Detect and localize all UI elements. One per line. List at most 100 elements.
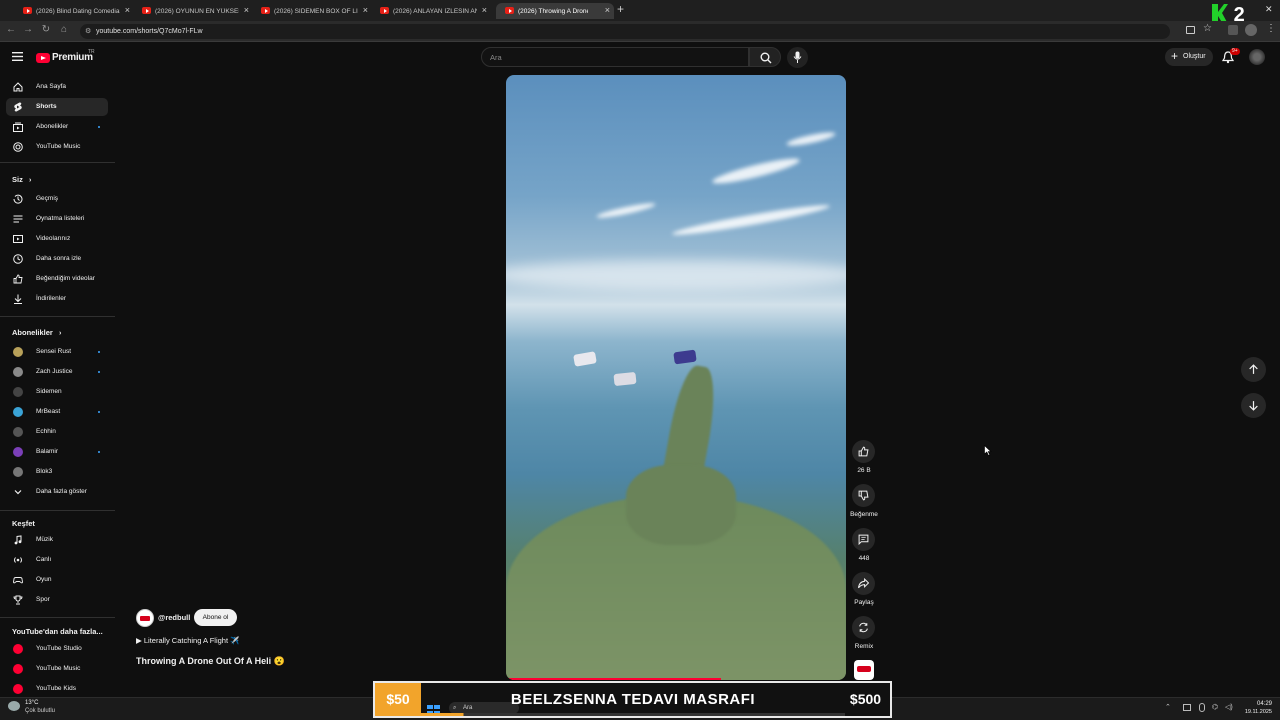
network-icon[interactable]: ⌬ <box>1212 703 1218 711</box>
like-button[interactable] <box>852 440 875 463</box>
sidebar-channel-zach-justice[interactable]: Zach Justice <box>6 363 108 381</box>
sidebar-item-youtube-music[interactable]: YouTube Music <box>6 138 108 156</box>
new-content-dot <box>98 351 100 353</box>
sidebar-channel-mrbeast[interactable]: MrBeast <box>6 403 108 421</box>
close-tab-icon[interactable]: × <box>125 5 130 15</box>
chevron-down-icon <box>14 490 22 495</box>
home-icon <box>13 82 23 92</box>
sidebar-divider <box>0 162 115 163</box>
next-short-button[interactable] <box>1241 393 1266 418</box>
window-close-icon[interactable]: ✕ <box>1265 4 1273 15</box>
browser-tab[interactable]: (2026) Blind Dating Comedians × <box>14 3 134 19</box>
cloud <box>671 201 831 239</box>
sidebar-item-downloads[interactable]: İndirilenler <box>6 290 108 308</box>
sidebar-item-youtube-music-app[interactable]: YouTube Music <box>6 660 108 678</box>
channel-avatar <box>13 467 23 477</box>
hamburger-menu-icon[interactable] <box>12 52 23 61</box>
voice-search-button[interactable] <box>787 47 808 68</box>
weather-description[interactable]: Çok bulutlu <box>25 708 55 714</box>
sidebar-item-youtube-studio[interactable]: YouTube Studio <box>6 640 108 658</box>
reload-icon[interactable]: ↻ <box>39 24 53 35</box>
extension-icon[interactable] <box>1228 25 1238 35</box>
account-avatar[interactable] <box>1249 49 1265 65</box>
sidebar-channel-balamir[interactable]: Balamir <box>6 443 108 461</box>
new-content-dot <box>98 411 100 413</box>
new-tab-button[interactable]: + <box>617 2 624 16</box>
sidebar-channel-sensei-rust[interactable]: Sensei Rust <box>6 343 108 361</box>
sidebar-item-liked-videos[interactable]: Beğendiğim videolar <box>6 270 108 288</box>
wingsuit-flyer <box>613 371 637 387</box>
channel-handle[interactable]: @redbull <box>158 613 190 622</box>
search-button[interactable] <box>749 47 781 67</box>
subscribe-button[interactable]: Abone ol <box>194 609 237 626</box>
sidebar-section-you[interactable]: Siz › <box>12 175 31 184</box>
close-tab-icon[interactable]: × <box>363 5 368 15</box>
sidebar-channel-sidemen[interactable]: Sidemen <box>6 383 108 401</box>
microphone-tray-icon[interactable] <box>1199 703 1205 712</box>
comments-button[interactable] <box>852 528 875 551</box>
video-progress-bar[interactable] <box>506 678 721 680</box>
notifications-button[interactable]: 9+ <box>1222 48 1240 64</box>
sidebar-item-your-videos[interactable]: Videolarınız <box>6 230 108 248</box>
sidebar-item-gaming[interactable]: Oyun <box>6 571 108 589</box>
browser-tab[interactable]: (2026) SIDEMEN BOX OF LIES × <box>252 3 372 19</box>
tray-app-icon[interactable] <box>1183 704 1191 711</box>
sidebar-item-music[interactable]: Müzik <box>6 531 108 549</box>
youtube-premium-logo[interactable]: Premium TR <box>36 49 116 66</box>
sidebar-channel-blok3[interactable]: Blok3 <box>6 463 108 481</box>
previous-short-button[interactable] <box>1241 357 1266 382</box>
weather-cloud-icon <box>8 701 20 711</box>
short-music-link[interactable]: ▶ Literally Catching A Flight ✈️ <box>136 636 239 645</box>
browser-tab[interactable]: (2026) ANLAYAN İZLESİN ANLA × <box>371 3 491 19</box>
your-videos-icon <box>13 235 23 243</box>
sidebar-item-history[interactable]: Geçmiş <box>6 190 108 208</box>
short-video-player[interactable] <box>506 75 846 680</box>
taskbar-date[interactable]: 19.11.2025 <box>1240 709 1272 715</box>
sidebar-section-subscriptions[interactable]: Abonelikler › <box>12 328 61 337</box>
sidebar-item-live[interactable]: Canlı <box>6 551 108 569</box>
system-tray-chevron-icon[interactable]: ⌃ <box>1165 703 1171 711</box>
back-icon[interactable]: ← <box>4 24 18 35</box>
sidebar-item-youtube-kids[interactable]: YouTube Kids <box>6 680 108 698</box>
close-tab-icon[interactable]: × <box>605 5 610 15</box>
banner-goal-amount: $500 <box>849 691 882 707</box>
sidebar-item-shorts[interactable]: Shorts <box>6 98 108 116</box>
share-button[interactable] <box>852 572 875 595</box>
new-content-dot <box>98 451 100 453</box>
youtube-logo-icon <box>36 53 50 63</box>
taskbar-clock[interactable]: 04:29 <box>1252 701 1272 707</box>
weather-temperature[interactable]: 13°C <box>25 700 38 706</box>
volume-icon[interactable]: ◁) <box>1225 703 1233 711</box>
create-button[interactable]: + Oluştur <box>1165 48 1213 66</box>
bookmark-star-icon[interactable]: ☆ <box>1203 23 1212 34</box>
close-tab-icon[interactable]: × <box>482 5 487 15</box>
dislike-button[interactable] <box>852 484 875 507</box>
profile-avatar[interactable] <box>1245 24 1257 36</box>
home-browser-icon[interactable]: ⌂ <box>57 24 71 35</box>
close-tab-icon[interactable]: × <box>244 5 249 15</box>
sidebar-item-sports[interactable]: Spor <box>6 591 108 609</box>
remix-button[interactable] <box>852 616 875 639</box>
forward-icon[interactable]: → <box>21 24 35 35</box>
search-input[interactable]: Ara <box>481 47 749 67</box>
install-app-icon[interactable] <box>1186 26 1195 34</box>
arrow-up-icon <box>1249 364 1258 374</box>
banner-goal-text: BEELZSENNA TEDAVI MASRAFI <box>510 691 756 708</box>
channel-audio-thumbnail[interactable] <box>854 660 874 680</box>
browser-tab-active[interactable]: (2026) Throwing A Drone O × <box>496 3 614 19</box>
comment-count: 448 <box>858 555 870 562</box>
site-info-icon[interactable]: ⚙ <box>85 24 91 39</box>
browser-tab[interactable]: (2026) OYUNUN EN YÜKSEK KA × <box>133 3 253 19</box>
url-field[interactable]: ⚙ youtube.com/shorts/Q7cMo7l-FLw <box>80 24 1170 39</box>
browser-menu-icon[interactable]: ⋮ <box>1266 23 1276 34</box>
plus-icon: + <box>1171 49 1179 63</box>
liked-icon <box>13 274 23 284</box>
sidebar-item-subscriptions[interactable]: Abonelikler <box>6 118 108 136</box>
sidebar-item-home[interactable]: Ana Sayfa <box>6 78 108 96</box>
channel-avatar[interactable] <box>136 609 154 627</box>
sidebar-channel-echhin[interactable]: Echhin <box>6 423 108 441</box>
sidebar-show-more[interactable]: Daha fazla göster <box>6 483 108 501</box>
sidebar-item-playlists[interactable]: Oynatma listeleri <box>6 210 108 228</box>
download-icon <box>14 294 22 304</box>
sidebar-item-watch-later[interactable]: Daha sonra izle <box>6 250 108 268</box>
